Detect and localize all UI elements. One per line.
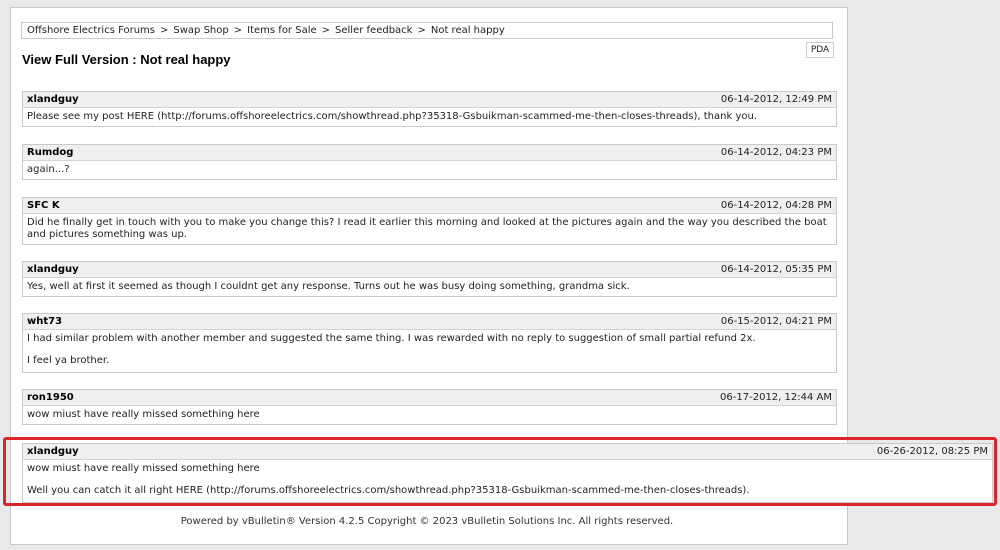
post-text: wow miust have really missed something h…: [27, 409, 260, 420]
breadcrumb-current: Not real happy: [430, 25, 505, 36]
breadcrumb-separator: >: [417, 25, 426, 36]
post: ron1950 06-17-2012, 12:44 AM wow miust h…: [22, 389, 837, 425]
post-date: 06-14-2012, 05:35 PM: [720, 264, 832, 275]
post-date: 06-14-2012, 04:28 PM: [720, 200, 832, 211]
post-body: Please see my post HERE (http://forums.o…: [23, 108, 836, 127]
post-header: xlandguy 06-14-2012, 05:35 PM: [23, 262, 836, 278]
post-text: I had similar problem with another membe…: [27, 333, 756, 344]
footer-copyright: Powered by vBulletin® Version 4.2.5 Copy…: [180, 516, 674, 527]
post-date: 06-14-2012, 12:49 PM: [720, 94, 832, 105]
post-text: again...?: [27, 164, 70, 175]
post-date: 06-14-2012, 04:23 PM: [720, 147, 832, 158]
post: xlandguy 06-14-2012, 05:35 PM Yes, well …: [22, 261, 837, 297]
post-header: SFC K 06-14-2012, 04:28 PM: [23, 198, 836, 214]
page-title[interactable]: View Full Version : Not real happy: [22, 52, 231, 67]
breadcrumb-forums[interactable]: Offshore Electrics Forums: [27, 25, 155, 36]
post-author: xlandguy: [27, 264, 79, 275]
post: Rumdog 06-14-2012, 04:23 PM again...?: [22, 144, 837, 180]
post-author: wht73: [27, 316, 63, 327]
post-body: I had similar problem with another membe…: [23, 330, 836, 371]
post-body: wow miust have really missed something h…: [23, 406, 836, 425]
post-date: 06-17-2012, 12:44 AM: [720, 392, 832, 403]
post-body: Yes, well at first it seemed as though I…: [23, 278, 836, 297]
post-header: Rumdog 06-14-2012, 04:23 PM: [23, 145, 836, 161]
post: xlandguy 06-14-2012, 12:49 PM Please see…: [22, 91, 837, 127]
post-header: wht73 06-15-2012, 04:21 PM: [23, 314, 836, 330]
post-date: 06-26-2012, 08:25 PM: [876, 446, 988, 457]
post-author: Rumdog: [27, 147, 74, 158]
post-body: Did he finally get in touch with you to …: [23, 214, 836, 245]
breadcrumb-items-for-sale[interactable]: Items for Sale: [247, 25, 317, 36]
breadcrumb-seller-feedback[interactable]: Seller feedback: [335, 25, 412, 36]
post: wht73 06-15-2012, 04:21 PM I had similar…: [22, 313, 837, 373]
post-header: ron1950 06-17-2012, 12:44 AM: [23, 390, 836, 406]
post-text: Yes, well at first it seemed as though I…: [27, 281, 630, 292]
post-text: wow miust have really missed something h…: [27, 463, 260, 474]
breadcrumb-separator: >: [321, 25, 331, 36]
breadcrumb-swap-shop[interactable]: Swap Shop: [173, 25, 228, 36]
post: SFC K 06-14-2012, 04:28 PM Did he finall…: [22, 197, 837, 245]
post-body: again...?: [23, 161, 836, 180]
post-author: SFC K: [27, 200, 60, 211]
post-author: xlandguy: [27, 446, 79, 457]
post-author: xlandguy: [27, 94, 79, 105]
post-header: xlandguy 06-14-2012, 12:49 PM: [23, 92, 836, 108]
post-text: Did he finally get in touch with you to …: [27, 217, 827, 240]
breadcrumb-separator: >: [160, 25, 169, 36]
post-author: ron1950: [27, 392, 74, 403]
post-text: I feel ya brother.: [27, 355, 110, 366]
post-text: Well you can catch it all right HERE (ht…: [27, 485, 750, 496]
post-header: xlandguy 06-26-2012, 08:25 PM: [23, 444, 992, 460]
post-body: wow miust have really missed something h…: [23, 460, 992, 501]
post: xlandguy 06-26-2012, 08:25 PM wow miust …: [22, 443, 993, 503]
breadcrumb-separator: >: [233, 25, 243, 36]
post-text: Please see my post HERE (http://forums.o…: [27, 111, 758, 122]
post-date: 06-15-2012, 04:21 PM: [720, 316, 832, 327]
breadcrumb: Offshore Electrics Forums > Swap Shop > Item…: [21, 22, 833, 39]
pda-button[interactable]: PDA: [806, 42, 834, 58]
